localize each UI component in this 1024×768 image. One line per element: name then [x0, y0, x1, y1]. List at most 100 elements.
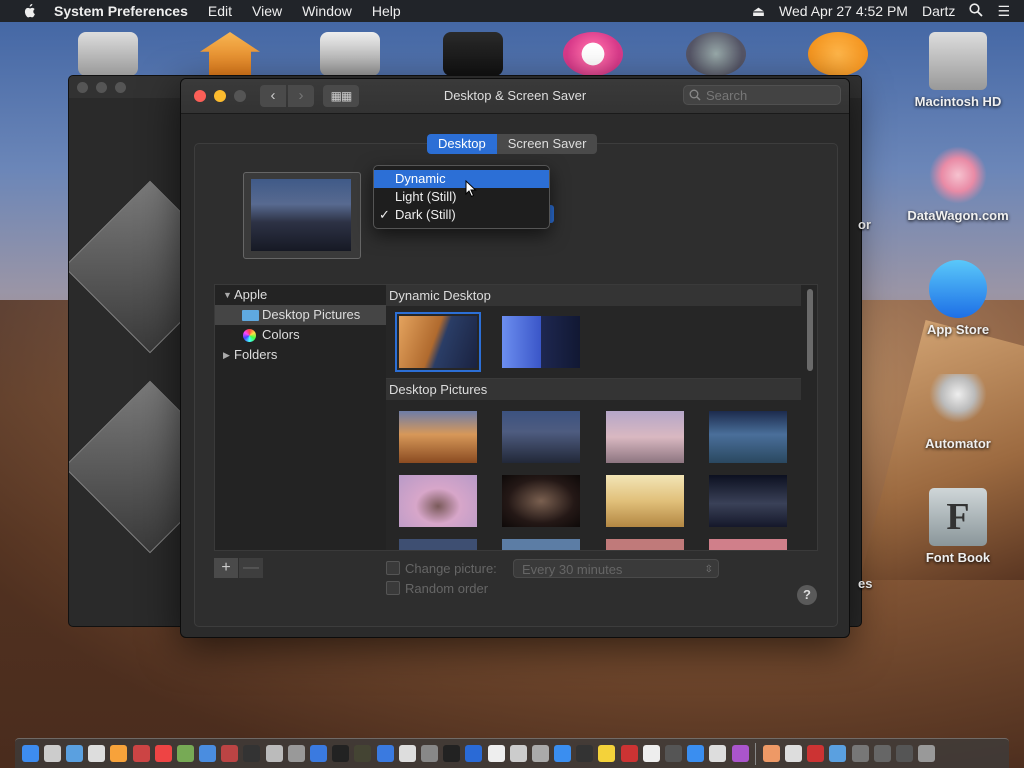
dock-app-icon[interactable]: [465, 745, 483, 762]
dock-app-icon[interactable]: [731, 745, 749, 762]
dock-app-icon[interactable]: [287, 745, 305, 762]
dock-app-icon[interactable]: [665, 745, 683, 762]
dock-app-icon[interactable]: [851, 745, 869, 762]
finder-icon[interactable]: [21, 745, 39, 762]
menu-option-light-still[interactable]: Light (Still): [374, 188, 549, 206]
dock-app-icon[interactable]: [531, 745, 549, 762]
menu-app-name[interactable]: System Preferences: [54, 3, 188, 19]
home-icon[interactable]: [200, 32, 260, 76]
close-button-inactive[interactable]: [77, 82, 88, 93]
dock-app-icon[interactable]: [132, 745, 150, 762]
hard-drive-icon[interactable]: [78, 32, 138, 76]
dock-app-icon[interactable]: [784, 745, 802, 762]
add-folder-button[interactable]: +: [214, 558, 238, 578]
menu-help[interactable]: Help: [372, 3, 401, 19]
dock-app-icon[interactable]: [221, 745, 239, 762]
dock-app-icon[interactable]: [310, 745, 328, 762]
dock-app-icon[interactable]: [243, 745, 261, 762]
menu-window[interactable]: Window: [302, 3, 352, 19]
source-group-apple[interactable]: ▼ Apple: [215, 285, 387, 305]
dock-app-icon[interactable]: [43, 745, 61, 762]
title-bar[interactable]: ‹ › ▦▦ Desktop & Screen Saver Search: [181, 79, 849, 114]
appearance-popup-menu[interactable]: Dynamic Light (Still) ✓ Dark (Still): [373, 165, 550, 229]
menu-view[interactable]: View: [252, 3, 282, 19]
dock-app-icon[interactable]: [620, 745, 638, 762]
wallpaper-thumb[interactable]: [502, 539, 580, 550]
dock-app-icon[interactable]: [576, 745, 594, 762]
wallpaper-thumb[interactable]: [606, 411, 684, 463]
dock-app-icon[interactable]: [376, 745, 394, 762]
notification-center-icon[interactable]: ☰: [997, 3, 1010, 20]
checkbox-box[interactable]: [386, 561, 400, 575]
desktop-icon-datawagon[interactable]: DataWagon.com: [898, 146, 1018, 223]
dock-app-icon[interactable]: [199, 745, 217, 762]
dock-app-icon[interactable]: [154, 745, 172, 762]
menu-edit[interactable]: Edit: [208, 3, 232, 19]
source-list[interactable]: ▼ Apple Desktop Pictures Colors ▶ Folder…: [214, 284, 388, 551]
source-group-folders[interactable]: ▶ Folders: [215, 345, 387, 365]
dock-app-icon[interactable]: [443, 745, 461, 762]
launchpad-icon[interactable]: [686, 32, 746, 76]
spotlight-icon[interactable]: [969, 2, 984, 20]
tab-desktop[interactable]: Desktop: [427, 134, 497, 154]
help-button[interactable]: ?: [797, 585, 817, 605]
itunes-icon[interactable]: [563, 32, 623, 76]
folder-icon[interactable]: [829, 745, 847, 762]
wallpaper-thumb[interactable]: [502, 475, 580, 527]
activity-monitor-icon[interactable]: [443, 32, 503, 76]
dock-app-icon[interactable]: [642, 745, 660, 762]
disclosure-open-icon[interactable]: ▼: [223, 285, 232, 305]
wallpaper-thumb[interactable]: [709, 411, 787, 463]
books-icon[interactable]: [808, 32, 868, 76]
source-item-colors[interactable]: Colors: [215, 325, 387, 345]
dock-app-icon[interactable]: [110, 745, 128, 762]
grid-scrollbar[interactable]: [807, 289, 813, 371]
dock-app-icon[interactable]: [398, 745, 416, 762]
camera-icon[interactable]: [320, 32, 380, 76]
dock-app-icon[interactable]: [687, 745, 705, 762]
wallpaper-thumb[interactable]: [709, 475, 787, 527]
wallpaper-thumb-solar-gradients[interactable]: [502, 316, 580, 368]
wallpaper-thumb[interactable]: [606, 539, 684, 550]
menu-option-dark-still[interactable]: ✓ Dark (Still): [374, 206, 549, 224]
search-field[interactable]: Search: [683, 85, 841, 105]
dock-app-icon[interactable]: [554, 745, 572, 762]
menubar-user[interactable]: Dartz: [922, 3, 955, 19]
desktop-icon-app-store[interactable]: App Store: [898, 260, 1018, 337]
source-item-desktop-pictures[interactable]: Desktop Pictures: [215, 305, 387, 325]
wallpaper-thumb-mojave-dynamic[interactable]: [395, 312, 481, 372]
dock-app-icon[interactable]: [509, 745, 527, 762]
eject-icon[interactable]: ⏏: [752, 3, 765, 20]
dock-app-icon[interactable]: [354, 745, 372, 762]
dock-app-icon[interactable]: [265, 745, 283, 762]
menu-option-dynamic[interactable]: Dynamic: [374, 170, 549, 188]
dock-app-icon[interactable]: [487, 745, 505, 762]
dock-app-icon[interactable]: [807, 745, 825, 762]
dock-app-icon[interactable]: [332, 745, 350, 762]
dock-app-icon[interactable]: [873, 745, 891, 762]
dock-app-icon[interactable]: [420, 745, 438, 762]
wallpaper-thumb[interactable]: [606, 475, 684, 527]
wallpaper-thumb[interactable]: [399, 539, 477, 550]
menubar-clock[interactable]: Wed Apr 27 4:52 PM: [779, 3, 908, 19]
wallpaper-thumb[interactable]: [709, 539, 787, 550]
remove-folder-button[interactable]: —: [239, 558, 263, 578]
apple-menu-icon[interactable]: [18, 3, 40, 19]
minimize-button-inactive[interactable]: [96, 82, 107, 93]
dock-app-icon[interactable]: [762, 745, 780, 762]
desktop-icon-automator[interactable]: Automator: [898, 374, 1018, 451]
dock-app-icon[interactable]: [709, 745, 727, 762]
dock-app-icon[interactable]: [598, 745, 616, 762]
desktop-screen-saver-window[interactable]: ‹ › ▦▦ Desktop & Screen Saver Search Des…: [180, 78, 850, 638]
disclosure-closed-icon[interactable]: ▶: [223, 345, 230, 365]
change-picture-checkbox[interactable]: Change picture:: [386, 561, 497, 576]
random-order-checkbox[interactable]: Random order: [386, 581, 488, 596]
zoom-button-inactive[interactable]: [115, 82, 126, 93]
wallpaper-grid[interactable]: Dynamic Desktop Desktop Pictures: [386, 284, 818, 551]
wallpaper-thumb[interactable]: [399, 475, 477, 527]
checkbox-box[interactable]: [386, 581, 400, 595]
dock-app-icon[interactable]: [895, 745, 913, 762]
desktop-icon-macintosh-hd[interactable]: Macintosh HD: [898, 32, 1018, 109]
wallpaper-thumb[interactable]: [502, 411, 580, 463]
dock-app-icon[interactable]: [176, 745, 194, 762]
